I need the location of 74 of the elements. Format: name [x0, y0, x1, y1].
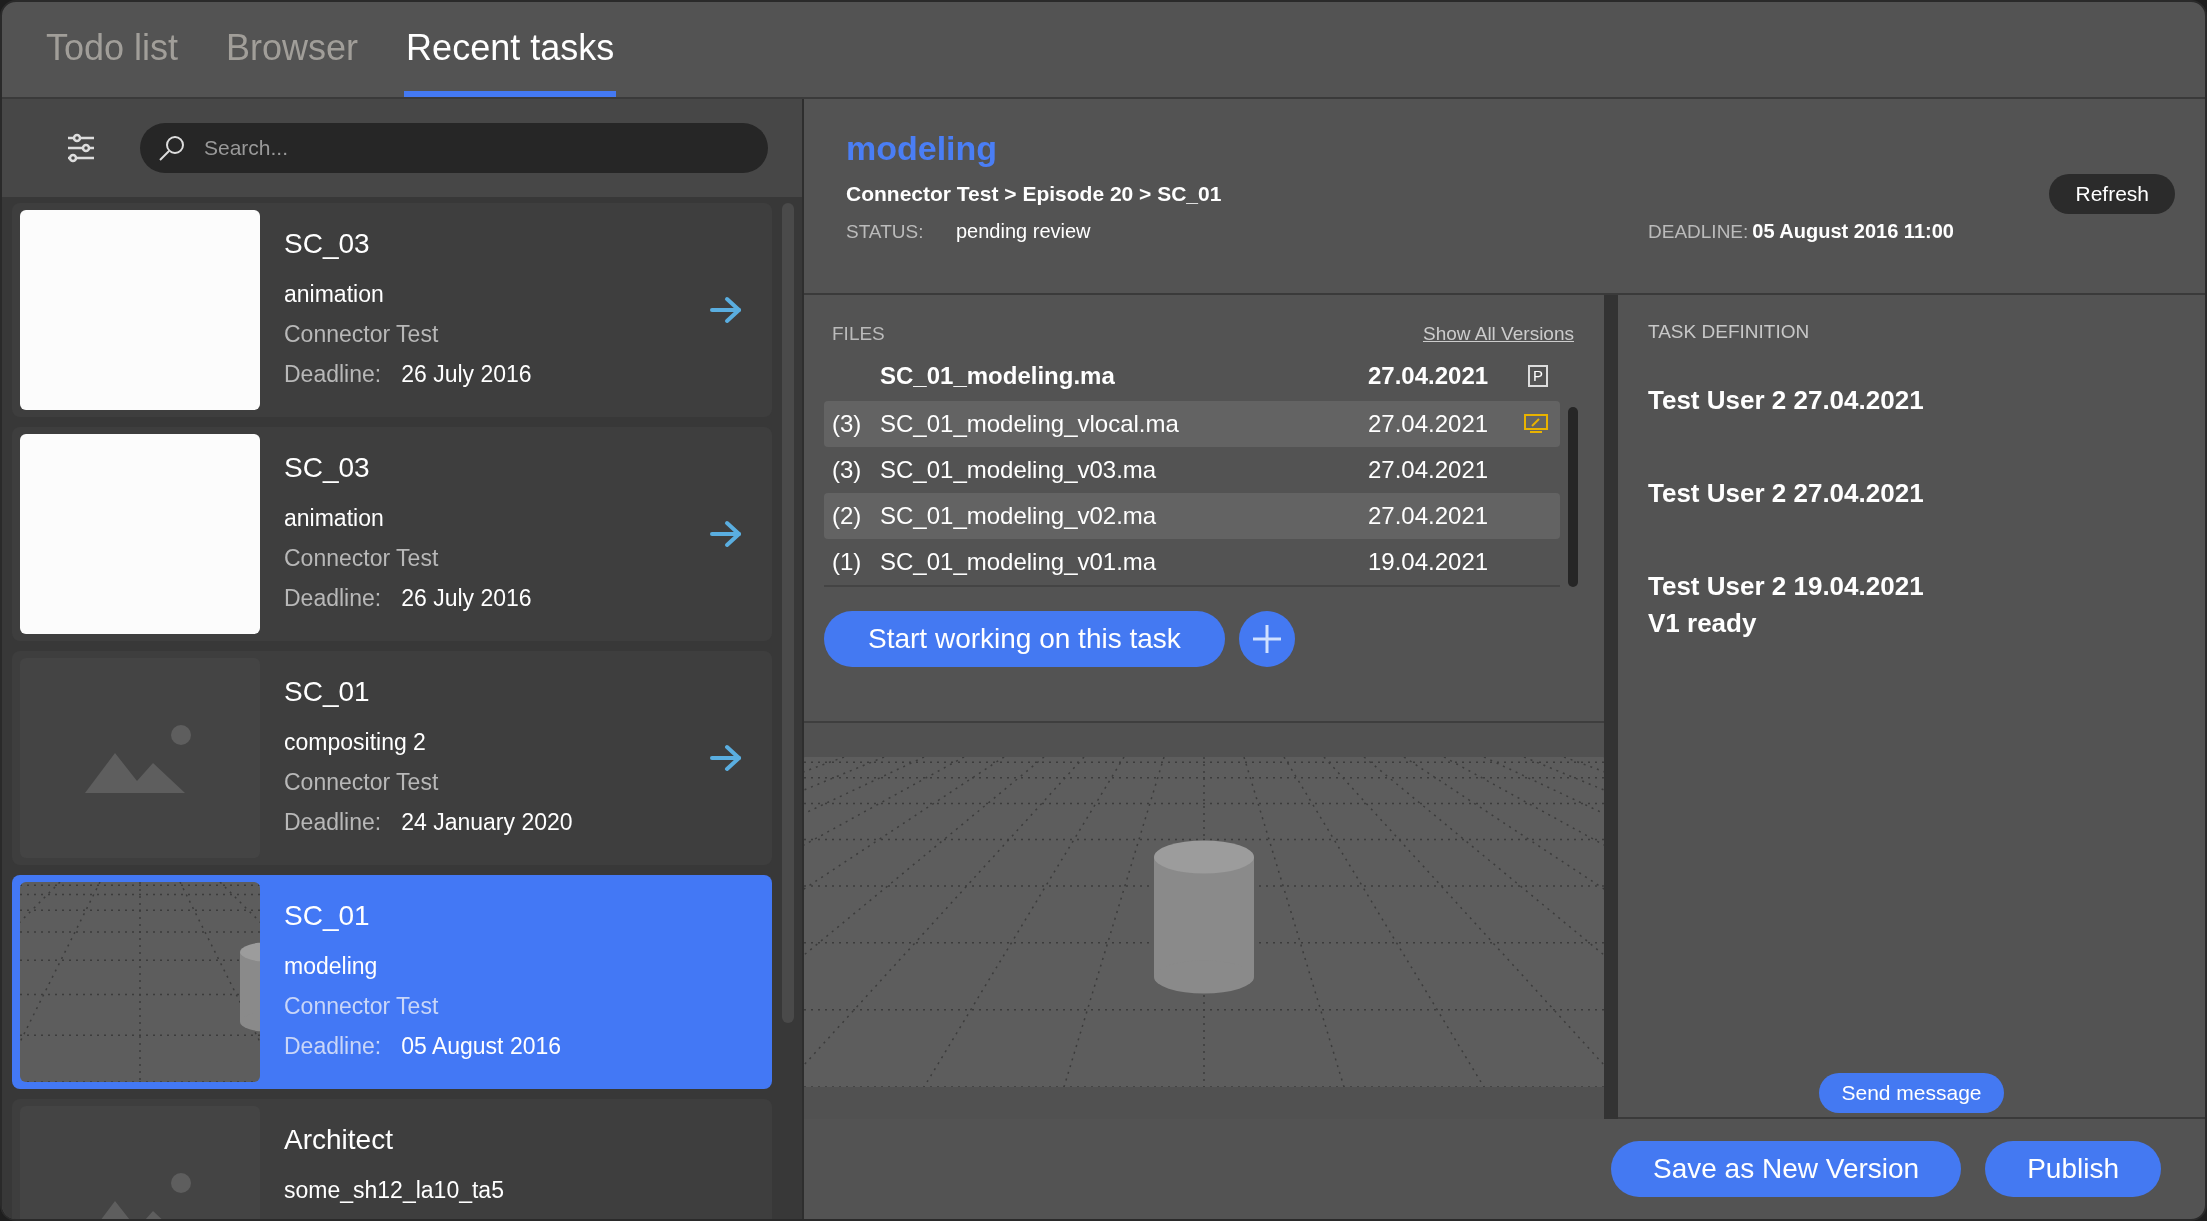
- file-name: SC_01_modeling_v03.ma: [880, 456, 1158, 484]
- arrow-right-icon[interactable]: [710, 744, 742, 772]
- task-heading: modeling: [846, 129, 999, 168]
- file-row[interactable]: (2) SC_01_modeling_v02.ma 27.04.2021: [824, 493, 1560, 539]
- plus-icon: [1251, 624, 1282, 654]
- deadline-label: Deadline:: [284, 1032, 382, 1061]
- file-name: SC_01_modeling_v02.ma: [880, 502, 1158, 530]
- deadline-date: 26 July 2016: [401, 584, 532, 613]
- deadline-date: 24 January 2020: [401, 808, 573, 837]
- task-card[interactable]: SC_03 animation Connector Test Deadline: 26 July 2016: [12, 427, 772, 641]
- file-date: 27.04.2021: [1368, 410, 1490, 438]
- task-project: Connector Test: [284, 992, 440, 1021]
- task-card[interactable]: SC_03 animation Connector Test Deadline: 26 July 2016: [12, 203, 772, 417]
- send-message-button[interactable]: Send message: [1819, 1073, 2004, 1113]
- file-date: 27.04.2021: [1368, 362, 1490, 390]
- version-number: (2): [832, 502, 863, 530]
- version-number: (1): [832, 548, 863, 576]
- file-date: 27.04.2021: [1368, 502, 1490, 530]
- note-text: V1 ready: [1648, 608, 1758, 639]
- note-header: Test User 2 19.04.2021: [1648, 571, 1925, 602]
- file-date: 19.04.2021: [1368, 548, 1490, 576]
- file-name: SC_01_modeling_vlocal.ma: [880, 410, 1180, 438]
- task-title: SC_03: [284, 451, 371, 485]
- task-card[interactable]: Architect some_sh12_la10_ta5: [12, 1099, 772, 1219]
- refresh-button[interactable]: Refresh: [2049, 174, 2175, 214]
- task-title: SC_03: [284, 227, 371, 261]
- task-definition-heading: TASK DEFINITION: [1648, 321, 1811, 343]
- task-step: animation: [284, 503, 686, 533]
- note-header: Test User 2 27.04.2021: [1648, 478, 1925, 509]
- start-task-button[interactable]: Start working on this task: [824, 611, 1225, 667]
- task-step: compositing 2: [284, 727, 686, 757]
- task-step: some_sh12_la10_ta5: [284, 1175, 764, 1205]
- deadline-value: 05 August 2016 11:00: [1752, 220, 1954, 243]
- deadline-label: DEADLINE:: [1648, 221, 1749, 243]
- arrow-right-icon[interactable]: [710, 296, 742, 324]
- arrow-right-icon[interactable]: [710, 520, 742, 548]
- search-field[interactable]: Search...: [140, 123, 768, 173]
- task-title: SC_01: [284, 899, 371, 933]
- show-all-versions-link[interactable]: Show All Versions: [1422, 323, 1574, 345]
- version-number: (3): [832, 410, 863, 438]
- task-project: Connector Test: [284, 768, 440, 797]
- task-project: Connector Test: [284, 320, 440, 349]
- file-name: SC_01_modeling.ma: [880, 362, 1116, 390]
- files-heading: FILES: [832, 323, 885, 345]
- deadline-label: Deadline:: [284, 808, 382, 837]
- task-step: animation: [284, 279, 686, 309]
- file-name: SC_01_modeling_v01.ma: [880, 548, 1158, 576]
- footer-button[interactable]: Save as New Version: [1611, 1141, 1962, 1197]
- publish-badge: P: [1528, 365, 1548, 387]
- task-step: modeling: [284, 951, 764, 981]
- file-date: 27.04.2021: [1368, 456, 1490, 484]
- file-row[interactable]: (3) SC_01_modeling_vlocal.ma 27.04.2021: [824, 401, 1560, 447]
- task-card[interactable]: SC_01 modeling Connector Test Deadline: 05 August 2016: [12, 875, 772, 1089]
- task-card[interactable]: SC_01 compositing 2 Connector Test Deadline: 24 January 2020: [12, 651, 772, 865]
- splitter-handle[interactable]: [1604, 295, 1618, 1119]
- monitor-pencil-icon: [1524, 414, 1548, 434]
- file-row[interactable]: (3) SC_01_modeling_v03.ma 27.04.2021: [824, 447, 1560, 493]
- filter-sliders-icon[interactable]: [66, 133, 96, 163]
- task-title: SC_01: [284, 675, 371, 709]
- task-project: Connector Test: [284, 544, 440, 573]
- note-header: Test User 2 27.04.2021: [1648, 385, 1925, 416]
- deadline-date: 05 August 2016: [401, 1032, 562, 1061]
- deadline-date: 26 July 2016: [401, 360, 532, 389]
- deadline-label: Deadline:: [284, 584, 382, 613]
- footer-button[interactable]: Publish: [1985, 1141, 2161, 1197]
- task-title: Architect: [284, 1123, 394, 1157]
- breadcrumb: Connector Test > Episode 20 > SC_01: [846, 182, 1222, 206]
- status-label: STATUS:: [846, 221, 925, 243]
- scrollbar[interactable]: [1568, 407, 1578, 587]
- version-number: (3): [832, 456, 863, 484]
- search-icon: [158, 134, 186, 162]
- file-row[interactable]: (1) SC_01_modeling_v01.ma 19.04.2021: [824, 539, 1560, 585]
- deadline-label: Deadline:: [284, 360, 382, 389]
- status-value: pending review: [956, 220, 1092, 243]
